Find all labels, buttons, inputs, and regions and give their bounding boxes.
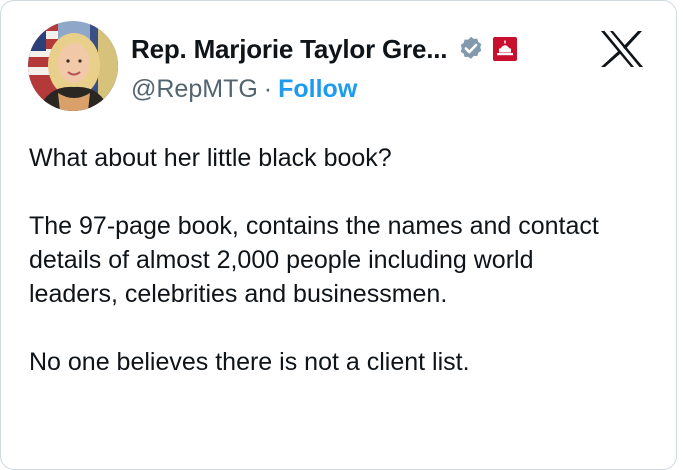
avatar-image (28, 21, 118, 111)
separator-dot: · (263, 74, 273, 103)
handle-row: @RepMTG · Follow (131, 73, 357, 105)
tweet-text: What about her little black book? The 97… (29, 141, 649, 379)
name-row: Rep. Marjorie Taylor Gre... (131, 31, 518, 67)
government-affiliation-icon[interactable] (493, 37, 518, 61)
user-handle[interactable]: @RepMTG (131, 75, 258, 104)
tweet-paragraph: What about her little black book? (29, 144, 392, 172)
avatar[interactable] (28, 21, 118, 111)
tweet-header: Rep. Marjorie Taylor Gre... @RepMTG · Fo… (1, 1, 676, 121)
display-name[interactable]: Rep. Marjorie Taylor Gre... (131, 34, 448, 65)
tweet-paragraph: The 97-page book, contains the names and… (29, 212, 599, 308)
follow-button[interactable]: Follow (278, 75, 357, 104)
tweet-paragraph: No one believes there is not a client li… (29, 348, 470, 376)
tweet-card[interactable]: Rep. Marjorie Taylor Gre... @RepMTG · Fo… (0, 0, 677, 470)
x-logo-icon[interactable] (599, 29, 645, 69)
verified-badge-icon (457, 35, 485, 63)
